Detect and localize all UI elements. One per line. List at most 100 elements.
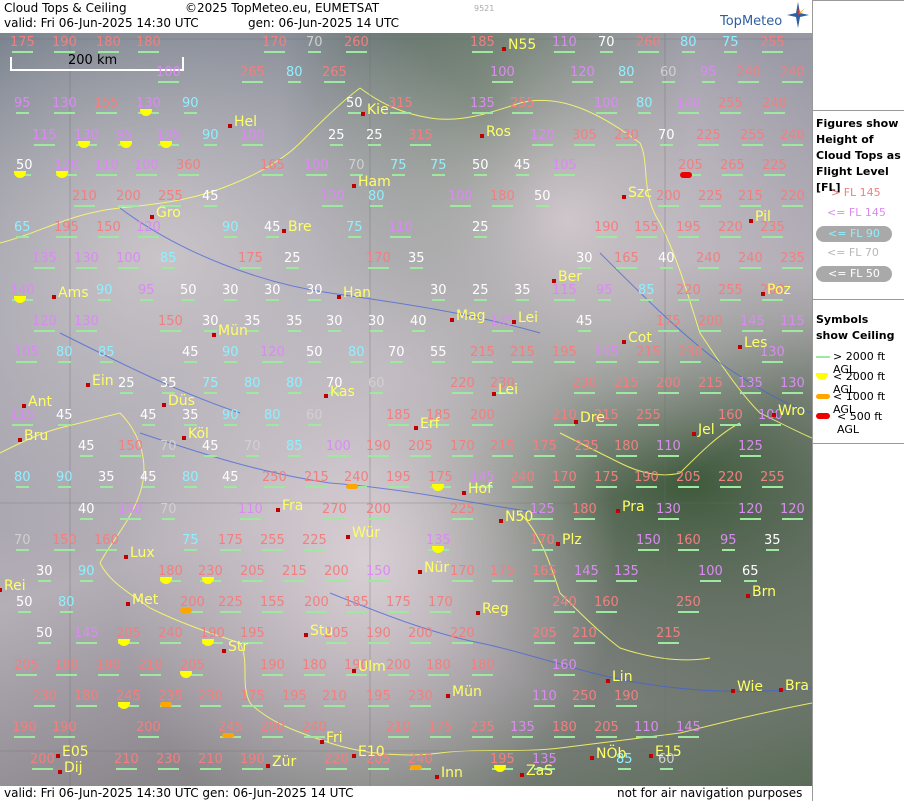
cloud-top-value: 90 [222, 345, 239, 363]
cloud-top-value: 210 [72, 189, 97, 207]
cloud-top-value: 50 [306, 345, 323, 363]
cloud-top-value: 75 [346, 220, 363, 238]
cloud-top-value: 110 [94, 158, 119, 176]
cloud-top-value: 110 [532, 689, 557, 707]
cloud-top-value: 210 [386, 720, 411, 738]
map-view[interactable]: 200 km 175 190 180 180 170 70 260 185 110 70 260 80… [0, 33, 812, 786]
cloud-top-value: 180 [552, 720, 577, 738]
cloud-top-value: 220 [450, 376, 475, 394]
cloud-top-value: 25 [472, 220, 489, 238]
cloud-top-value: 175 [428, 470, 453, 488]
cloud-top-value: 100 [134, 158, 159, 176]
cloud-top-value: 260 [636, 35, 661, 53]
cloud-top-value: 60 [306, 408, 323, 426]
ceiling-symbol [180, 608, 192, 613]
cloud-top-value: 80 [286, 376, 303, 394]
cloud-top-value: 170 [530, 533, 555, 551]
cloud-top-value: 180 [470, 658, 495, 676]
city-label: Ant [28, 394, 52, 410]
legend-tops-title: Figures show Height of Cloud Tops as Fli… [816, 117, 901, 194]
cloud-top-value: 240 [302, 720, 327, 738]
cloud-top-value: 255 [760, 35, 785, 53]
ceiling-lt2000-swatch [816, 373, 828, 380]
cloud-top-value: 45 [182, 345, 199, 363]
city-marker-icon [492, 392, 496, 396]
image-id: 9521 [474, 4, 495, 13]
cloud-top-value: 190 [366, 439, 391, 457]
cloud-top-value: 110 [634, 720, 659, 738]
city-marker-icon [590, 756, 594, 760]
cloud-top-value: 70 [160, 502, 177, 520]
cloud-top-value: 210 [114, 752, 139, 770]
valid-time: valid: Fri 06-Jun-2025 14:30 UTC [4, 16, 199, 30]
city-marker-icon [18, 438, 22, 442]
cloud-top-value: 215 [282, 564, 307, 582]
cloud-top-value: 175 [238, 251, 263, 269]
cloud-top-value: 185 [386, 408, 411, 426]
cloud-top-value: 185 [344, 595, 369, 613]
cloud-top-value: 75 [182, 533, 199, 551]
cloud-top-value: 235 [780, 251, 805, 269]
cloud-top-value: 225 [302, 533, 327, 551]
cloud-top-value: 180 [572, 502, 597, 520]
city-label: Fri [326, 730, 343, 746]
cloud-top-value: 250 [262, 470, 287, 488]
ceiling-lt1000-swatch [816, 394, 830, 399]
cloud-top-value: 75 [430, 158, 447, 176]
city-label: Gro [156, 205, 181, 221]
cloud-top-value: 140 [118, 502, 143, 520]
cloud-top-value: 130 [780, 376, 805, 394]
cloud-top-value: 165 [260, 158, 285, 176]
cloud-top-value: 30 [222, 283, 239, 301]
cloud-top-value: 220 [780, 189, 805, 207]
cloud-top-value: 240 [738, 251, 763, 269]
city-label: ZaS [526, 763, 554, 779]
cloud-top-value: 205 [594, 720, 619, 738]
cloud-top-value: 125 [738, 439, 763, 457]
cloud-top-value: 255 [510, 96, 535, 114]
cloud-top-value: 165 [614, 251, 639, 269]
city-label: Ams [58, 285, 89, 301]
cloud-top-value: 205 [14, 658, 39, 676]
cloud-top-value: 230 [614, 128, 639, 146]
city-label: Mag [456, 308, 486, 324]
cloud-top-value: 190 [614, 689, 639, 707]
city-marker-icon [772, 413, 776, 417]
cloud-top-value: 120 [32, 314, 57, 332]
cloud-top-value: 215 [636, 345, 661, 363]
cloud-top-value: 35 [514, 283, 531, 301]
city-marker-icon [86, 383, 90, 387]
ceiling-symbol [410, 765, 422, 770]
cloud-top-value: 45 [222, 470, 239, 488]
cloud-top-value: 100 [304, 158, 329, 176]
city-marker-icon [418, 570, 422, 574]
cloud-top-value: 170 [552, 470, 577, 488]
cloud-top-value: 45 [514, 158, 531, 176]
cloud-top-value: 35 [98, 470, 115, 488]
cloud-top-value: 255 [260, 533, 285, 551]
scale-label: 200 km [68, 53, 118, 68]
cloud-top-value: 95 [596, 283, 613, 301]
cloud-top-value: 75 [202, 376, 219, 394]
cloud-top-value: 170 [428, 595, 453, 613]
cloud-top-value: 315 [408, 128, 433, 146]
city-label: Dij [64, 760, 83, 776]
city-marker-icon [622, 195, 626, 199]
cloud-top-value: 200 [366, 502, 391, 520]
cloud-top-value: 230 [198, 689, 223, 707]
legend-fl-le70: <= FL 70 [827, 246, 879, 259]
cloud-top-value: 45 [264, 220, 281, 238]
cloud-top-value: 70 [306, 35, 323, 53]
city-marker-icon [324, 394, 328, 398]
cloud-top-value: 50 [346, 96, 363, 114]
ceiling-symbol [222, 733, 234, 738]
cloud-top-value: 125 [530, 502, 555, 520]
cloud-top-value: 85 [286, 439, 303, 457]
cloud-top-value: 175 [240, 689, 265, 707]
cloud-top-value: 175 [386, 595, 411, 613]
cloud-top-value: 105 [14, 345, 39, 363]
city-marker-icon [552, 279, 556, 283]
cloud-top-value: 70 [388, 345, 405, 363]
city-label: Mün [218, 323, 248, 339]
brand-logo-text: TopMeteo [720, 14, 783, 29]
